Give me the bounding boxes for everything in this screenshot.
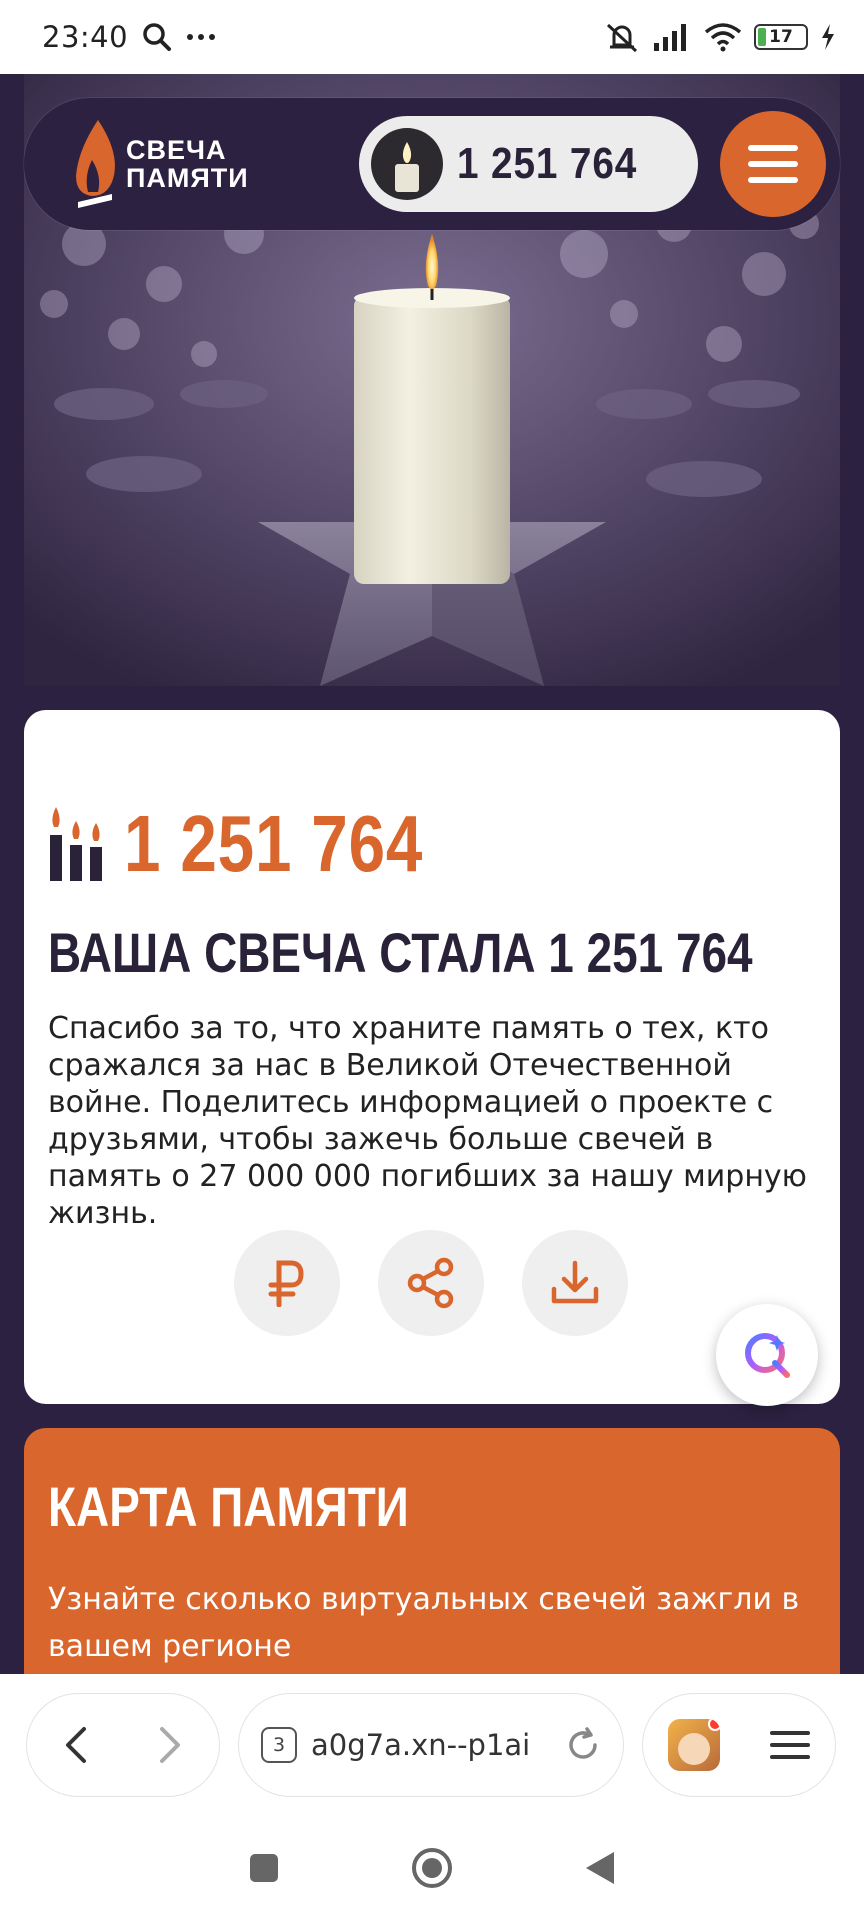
more-icon [187, 34, 216, 40]
web-page: СВЕЧА ПАМЯТИ 1 251 764 1 251 764 ВАША СВ… [0, 74, 864, 1674]
candle-result-card: 1 251 764 ВАША СВЕЧА СТАЛА 1 251 764 Спа… [24, 710, 840, 1404]
browser-right-controls [642, 1693, 836, 1797]
browser-menu-icon[interactable] [770, 1729, 810, 1761]
profile-avatar[interactable] [668, 1719, 720, 1771]
site-header: СВЕЧА ПАМЯТИ 1 251 764 [24, 98, 840, 230]
back-nav-icon[interactable] [584, 1850, 616, 1886]
logo-line2: ПАМЯТИ [126, 163, 249, 193]
tab-count[interactable]: 3 [261, 1727, 297, 1763]
ai-assistant-button[interactable] [716, 1304, 818, 1406]
menu-icon [748, 145, 798, 151]
count-row: 1 251 764 [48, 798, 489, 890]
menu-button[interactable] [720, 111, 826, 217]
candles-icon [50, 807, 102, 881]
share-button[interactable] [378, 1230, 484, 1336]
candle-count: 1 251 764 [124, 799, 424, 888]
status-bar: 23:40 17 [0, 0, 864, 74]
search-icon [143, 23, 172, 51]
share-icon [407, 1257, 454, 1309]
forward-icon[interactable] [156, 1725, 186, 1765]
nav-buttons [26, 1693, 220, 1797]
donate-button[interactable] [234, 1230, 340, 1336]
map-title: КАРТА ПАМЯТИ [48, 1475, 409, 1538]
candle-avatar [371, 128, 444, 200]
address-bar[interactable]: 3 a0g7a.xn--p1ai [238, 1693, 624, 1797]
result-headline: ВАША СВЕЧА СТАЛА 1 251 764 [48, 921, 753, 984]
battery-level: 17 [769, 27, 793, 47]
thanks-text: Спасибо за то, что храните память о тех,… [48, 1011, 807, 1231]
download-button[interactable] [522, 1230, 628, 1336]
wifi-icon [704, 23, 742, 52]
ai-assistant-icon [745, 1333, 790, 1378]
url-text[interactable]: a0g7a.xn--p1ai [311, 1728, 551, 1762]
charging-icon [822, 24, 834, 50]
candle-icon [395, 142, 420, 192]
home-icon[interactable] [410, 1846, 454, 1890]
download-icon [551, 1260, 599, 1304]
reload-icon[interactable] [565, 1727, 601, 1763]
counter-value: 1 251 764 [457, 139, 638, 188]
logo-line1: СВЕЧА [126, 135, 227, 165]
map-subtitle: Узнайте сколько виртуальных свечей зажгл… [48, 1582, 800, 1664]
system-nav-bar [0, 1816, 864, 1920]
status-time: 23:40 [42, 20, 129, 54]
signal-icon [654, 24, 686, 51]
browser-toolbar: 3 a0g7a.xn--p1ai [0, 1674, 864, 1816]
ruble-icon [268, 1260, 304, 1307]
recents-icon[interactable] [248, 1852, 280, 1884]
back-icon[interactable] [60, 1725, 90, 1765]
site-logo[interactable]: СВЕЧА ПАМЯТИ [72, 114, 249, 214]
memory-map-card[interactable]: КАРТА ПАМЯТИ Узнайте сколько виртуальных… [24, 1428, 840, 1674]
flame-logo-icon [76, 120, 115, 208]
battery-icon: 17 [754, 24, 808, 50]
action-buttons [234, 1230, 628, 1336]
mute-icon [606, 23, 638, 53]
candle-counter[interactable]: 1 251 764 [359, 116, 698, 212]
